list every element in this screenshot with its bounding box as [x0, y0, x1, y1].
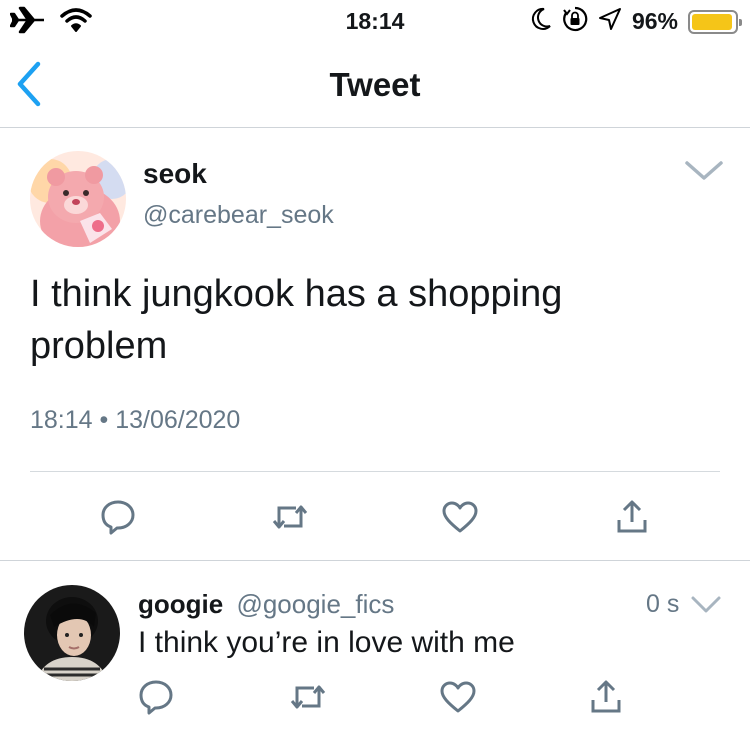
battery-percent: 96%	[631, 8, 678, 34]
tweet-actions	[0, 495, 750, 539]
orientation-lock-icon	[562, 6, 588, 37]
reply-avatar[interactable]	[24, 585, 120, 681]
divider	[30, 471, 720, 472]
reply-author-handle[interactable]: @googie_fics	[236, 589, 394, 619]
reply-icon	[139, 680, 173, 715]
share-icon	[591, 680, 621, 713]
battery-icon	[688, 9, 742, 34]
share-button[interactable]	[584, 675, 628, 719]
retweet-button[interactable]	[286, 675, 330, 719]
heart-icon	[440, 681, 476, 713]
chevron-down-icon	[685, 161, 723, 180]
nav-bar: Tweet	[0, 42, 750, 128]
page-title: Tweet	[329, 66, 421, 103]
tweet-text: I think jungkook has a shopping problem	[30, 273, 563, 367]
like-button[interactable]	[438, 495, 482, 539]
retweet-icon	[272, 505, 308, 529]
divider	[0, 560, 750, 561]
reply-actions	[0, 675, 750, 719]
chevron-down-icon	[691, 596, 721, 613]
reply-author-name[interactable]: googie	[138, 589, 223, 619]
author-handle[interactable]: @carebear_seok	[143, 201, 334, 230]
author-name[interactable]: seok	[143, 158, 207, 190]
heart-icon	[442, 501, 478, 533]
battery-tip	[739, 18, 742, 26]
retweet-icon	[290, 685, 326, 709]
share-icon	[617, 500, 647, 533]
location-arrow-icon	[598, 7, 622, 36]
battery-level	[692, 13, 733, 30]
reply-header: googie @googie_fics	[138, 589, 394, 620]
reply-timestamp: 0 s	[646, 590, 680, 618]
retweet-button[interactable]	[268, 495, 312, 539]
reply-icon	[101, 500, 135, 535]
status-right: 96%	[530, 6, 742, 37]
moon-icon	[530, 6, 552, 37]
reply-text: I think you’re in love with me	[138, 626, 515, 659]
share-button[interactable]	[610, 495, 654, 539]
avatar[interactable]	[30, 151, 126, 247]
reply-button[interactable]	[96, 495, 140, 539]
status-bar: 18:14 96%	[0, 0, 750, 42]
reply-options-button[interactable]	[690, 594, 722, 616]
tweet-options-button[interactable]	[684, 158, 724, 184]
reply-button[interactable]	[134, 675, 178, 719]
tweet-timestamp: 18:14 • 13/06/2020	[30, 406, 241, 434]
like-button[interactable]	[436, 675, 480, 719]
